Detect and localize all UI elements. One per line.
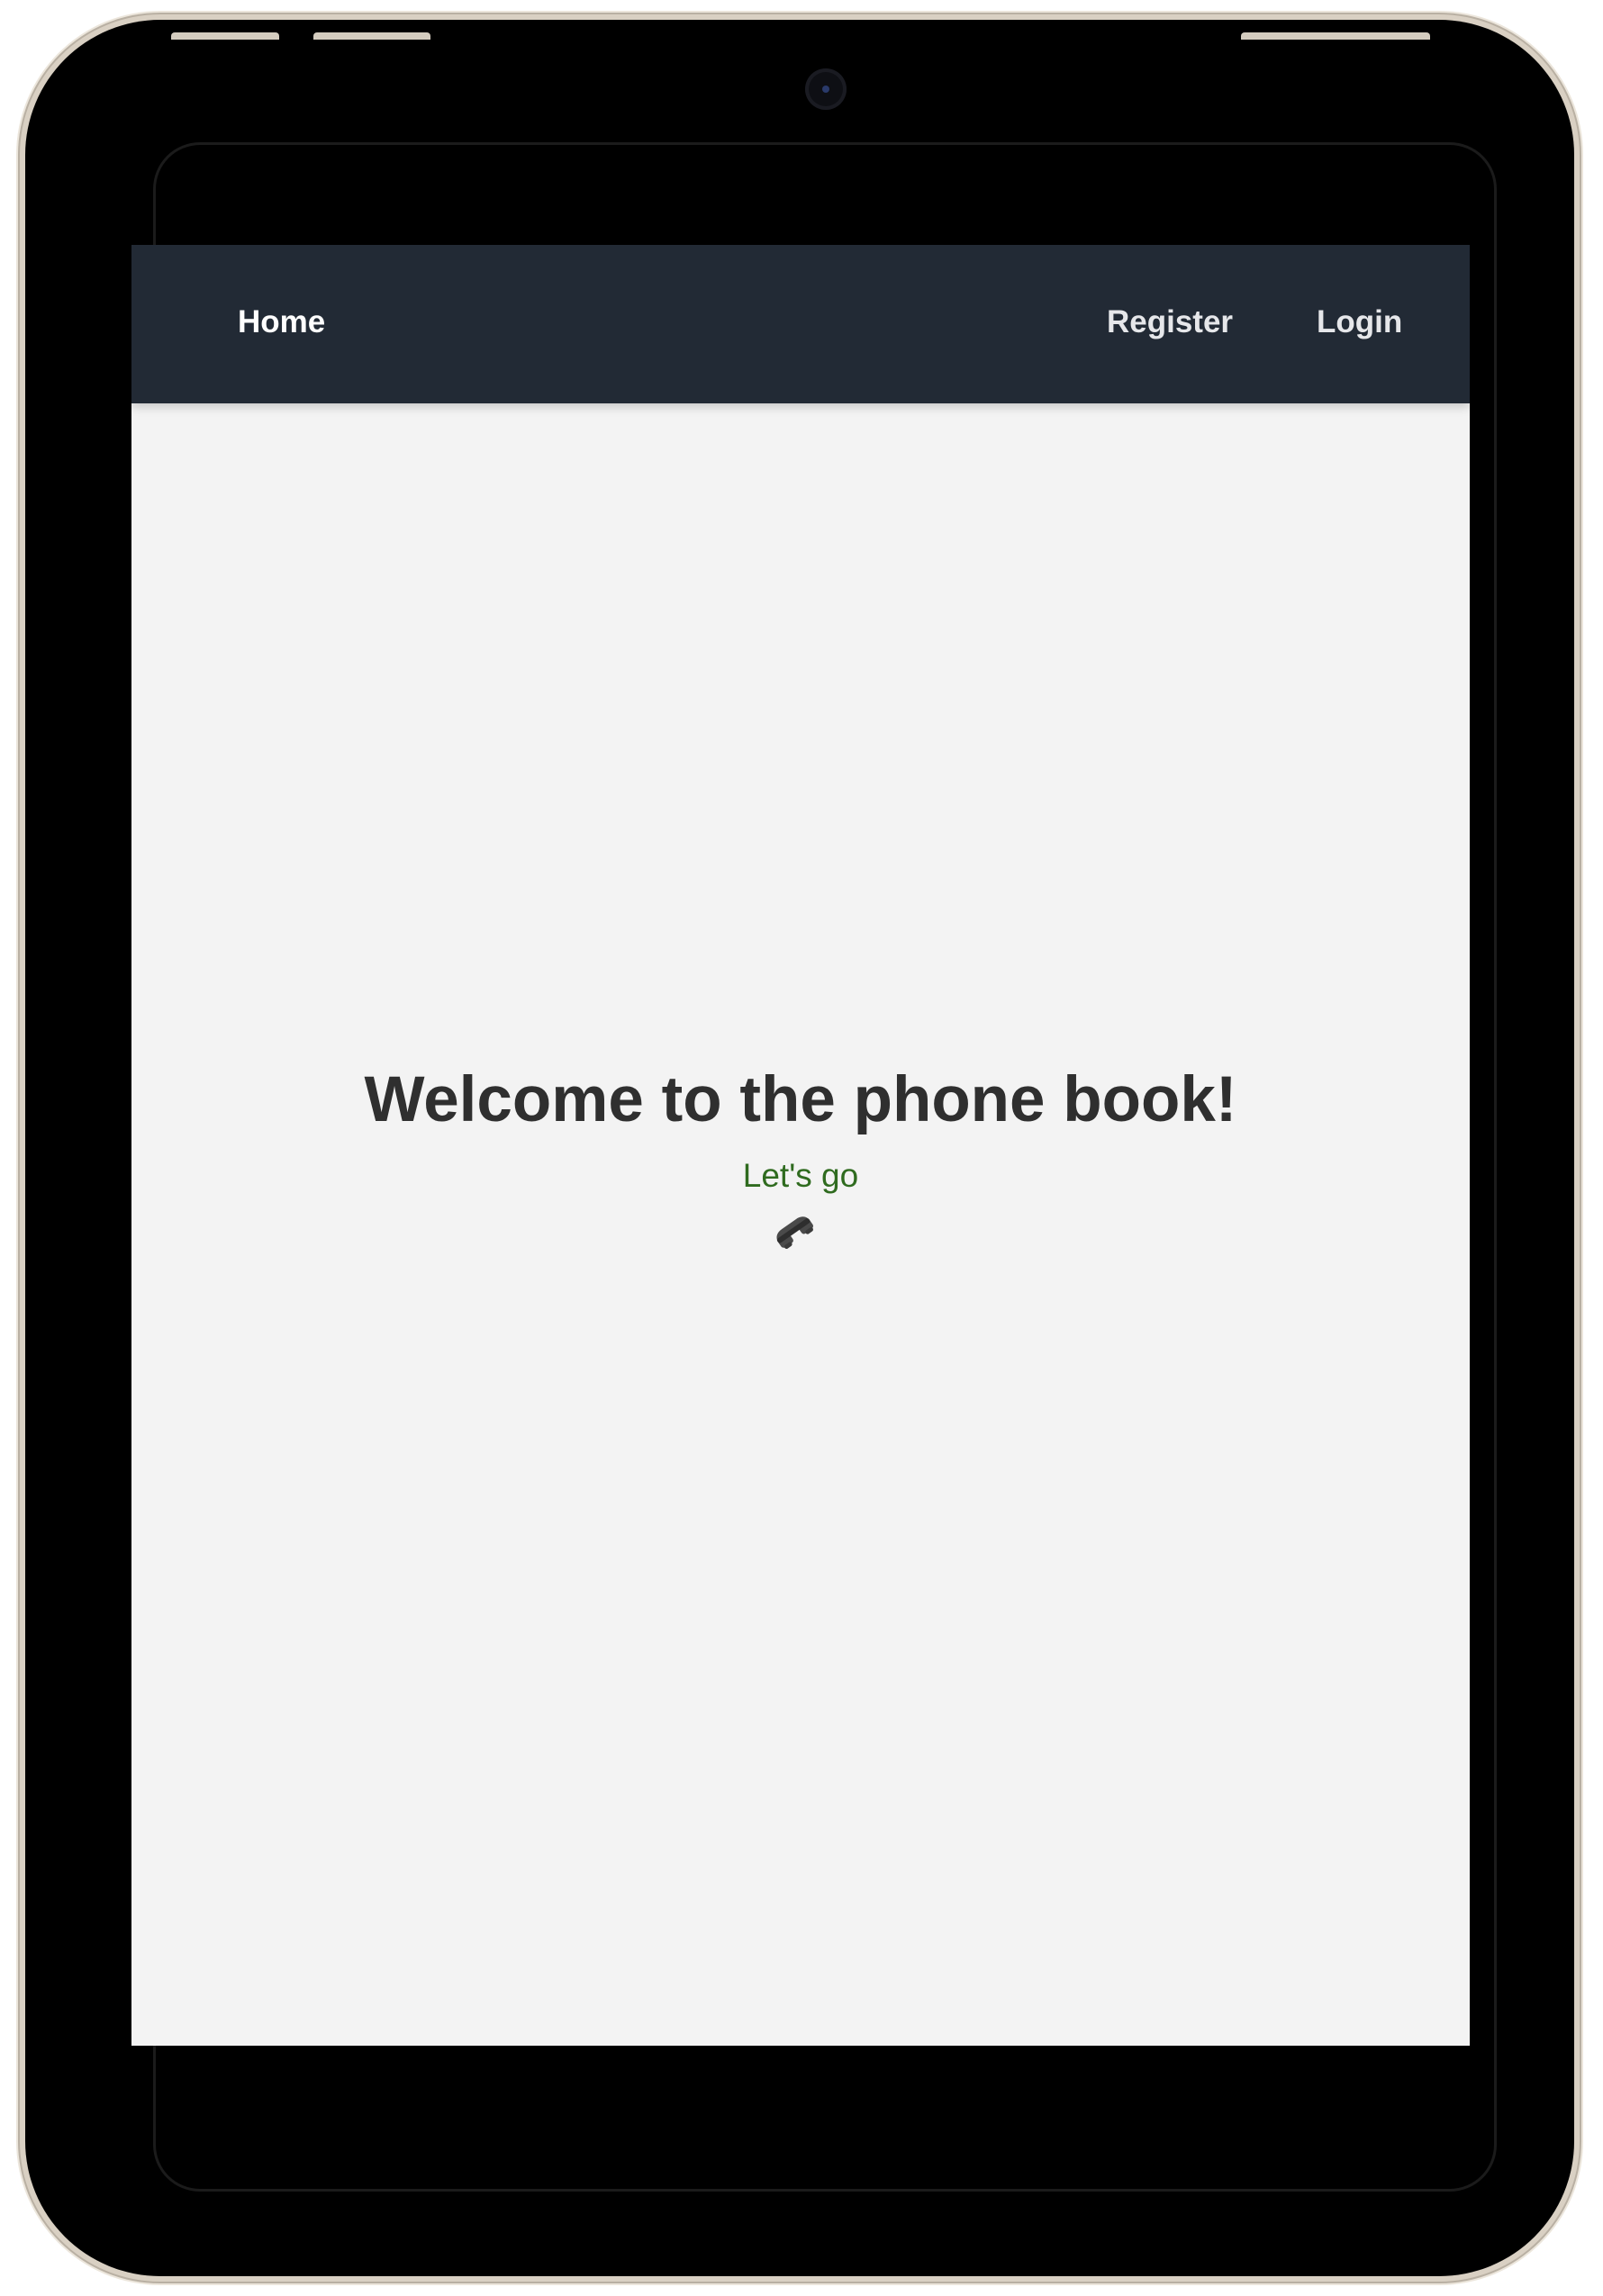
page-title: Welcome to the phone book! xyxy=(364,1064,1237,1135)
volume-button xyxy=(171,32,279,40)
nav-login-link[interactable]: Login xyxy=(1317,295,1402,349)
nav-home-link[interactable]: Home xyxy=(238,295,325,349)
power-button xyxy=(1241,32,1430,40)
subtitle-text: Let's go xyxy=(742,1157,859,1194)
volume-button xyxy=(313,32,430,40)
hero-section: Welcome to the phone book! Let's go xyxy=(131,1055,1470,1275)
nav-register-link[interactable]: Register xyxy=(1107,295,1233,349)
front-camera xyxy=(805,68,847,110)
telephone-receiver-icon xyxy=(776,1216,813,1249)
navbar: Home Register Login xyxy=(131,245,1470,403)
app-screen: Home Register Login Welcome to the phone… xyxy=(131,245,1470,2046)
